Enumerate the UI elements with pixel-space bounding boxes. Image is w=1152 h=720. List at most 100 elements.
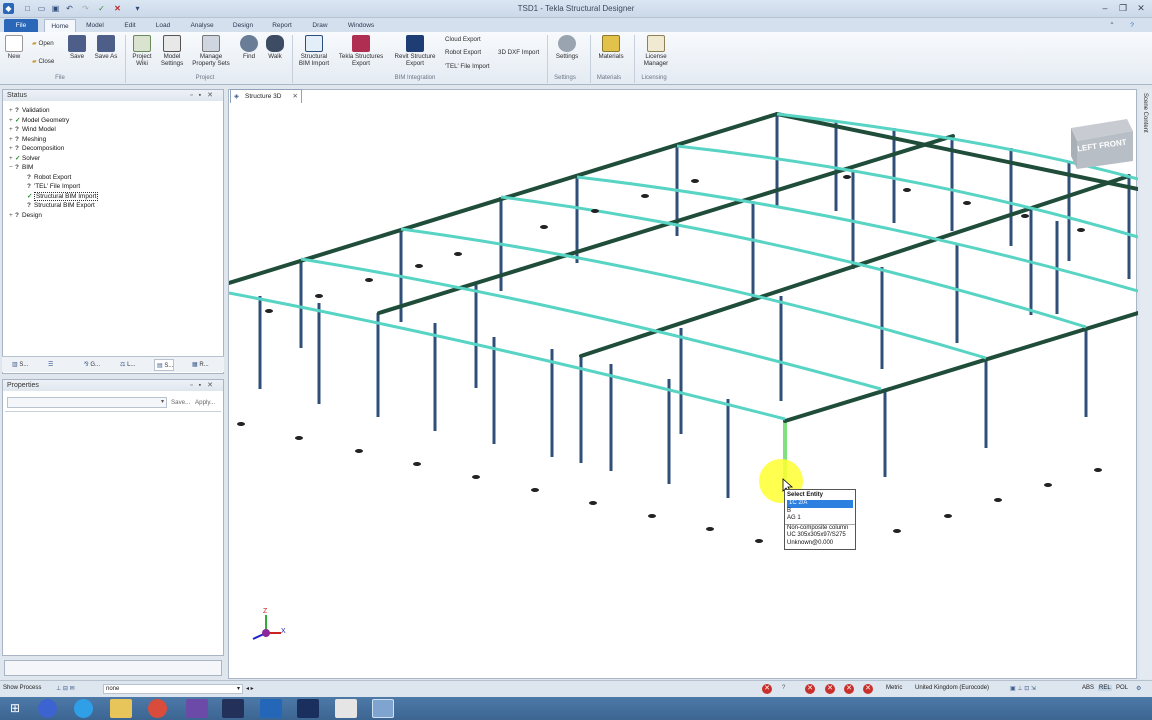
- tree-item-wind-model[interactable]: +? Wind Model: [9, 125, 56, 134]
- robot-export-button[interactable]: Robot Export: [445, 49, 481, 57]
- find-button[interactable]: Find: [238, 35, 260, 60]
- error-icon[interactable]: ✕: [844, 684, 854, 694]
- tab-analyse[interactable]: Analyse: [184, 19, 220, 32]
- entity-option-column[interactable]: 1C 2/A: [787, 500, 853, 508]
- structural-bim-import-button[interactable]: Structural BIM Import: [296, 35, 332, 67]
- settings-small-icon[interactable]: ⚙: [1136, 685, 1141, 692]
- close-button[interactable]: ▰ Close: [32, 58, 54, 66]
- tekla-export-icon: [352, 35, 370, 52]
- open-button[interactable]: ▰ Open: [32, 40, 54, 48]
- show-process-button[interactable]: Show Process: [3, 685, 41, 691]
- manage-property-sets-button[interactable]: Manage Property Sets: [188, 35, 234, 67]
- panel-tab-loading[interactable]: ⚖ L...: [118, 359, 135, 371]
- revit-structure-export-button[interactable]: Revit Structure Export: [390, 35, 440, 67]
- ie-icon[interactable]: [74, 699, 93, 718]
- save-property-set-button[interactable]: Save...: [171, 399, 190, 406]
- help-icon[interactable]: ?: [782, 685, 785, 691]
- model-settings-button[interactable]: Model Settings: [158, 35, 186, 67]
- tab-model[interactable]: Model: [80, 19, 110, 32]
- new-button[interactable]: New: [4, 35, 24, 60]
- tekla-designer-icon[interactable]: [372, 699, 394, 718]
- folder-icon[interactable]: [110, 699, 132, 718]
- revit-structure-icon[interactable]: [297, 699, 319, 718]
- panel-controls-icon[interactable]: ▫▪✕: [190, 90, 219, 101]
- settings-button[interactable]: Settings: [552, 35, 582, 60]
- tree-item-structural-bim-export[interactable]: ? Structural BIM Export: [27, 201, 95, 210]
- tab-file[interactable]: File: [4, 19, 38, 32]
- license-manager-button[interactable]: License Manager: [638, 35, 674, 67]
- tab-load[interactable]: Load: [150, 19, 176, 32]
- materials-button[interactable]: Materials: [596, 35, 626, 60]
- entity-option-ag[interactable]: AG 1: [785, 515, 855, 523]
- new-icon: [5, 35, 23, 52]
- error-icon[interactable]: ✕: [863, 684, 873, 694]
- tab-home[interactable]: Home: [44, 19, 76, 32]
- scene-content-sidebar[interactable]: Scene Content: [1140, 89, 1152, 679]
- project-wiki-button[interactable]: Project Wiki: [128, 35, 156, 67]
- tree-item-validation[interactable]: +? Validation: [9, 106, 50, 115]
- tree-label: Validation: [22, 107, 50, 114]
- tree-item-decomposition[interactable]: +? Decomposition: [9, 144, 64, 153]
- ribbon-minimize-icon[interactable]: ⌃: [1106, 19, 1118, 32]
- panel-tab-status[interactable]: ▤ S...: [154, 359, 175, 371]
- tab-design[interactable]: Design: [227, 19, 259, 32]
- nav-arrows-icon[interactable]: ◂ ▸: [246, 685, 254, 692]
- entity-option-b[interactable]: B: [785, 508, 855, 516]
- license-icon: [647, 35, 665, 52]
- save-button[interactable]: Save: [66, 35, 88, 60]
- filter-select[interactable]: none ▾: [103, 684, 243, 694]
- apply-property-set-button[interactable]: Apply...: [195, 399, 215, 406]
- help-icon[interactable]: ?: [1126, 19, 1138, 32]
- tree-item-structural-bim-import[interactable]: ✓ Structural BIM Import: [27, 192, 99, 201]
- tree-item-bim[interactable]: −? BIM: [9, 163, 33, 172]
- tekla-structures-export-button[interactable]: Tekla Structures Export: [336, 35, 386, 67]
- abs-toggle[interactable]: ABS: [1082, 685, 1094, 691]
- tree-item-model-geometry[interactable]: + ✓ Model Geometry: [9, 116, 69, 125]
- panel-tab-scene[interactable]: ▥ S...: [10, 359, 28, 371]
- minimize-icon[interactable]: –: [1098, 2, 1112, 14]
- rel-toggle[interactable]: REL: [1098, 685, 1112, 691]
- group-materials-label: Materials: [596, 75, 622, 81]
- panel-tab-strip: ▥ S... ☰ ⅋ G... ⚖ L... ▤ S... ▦ R...: [2, 356, 224, 372]
- tab-edit[interactable]: Edit: [117, 19, 143, 32]
- window-close-icon[interactable]: ✕: [1134, 2, 1148, 14]
- error-icon[interactable]: ✕: [762, 684, 772, 694]
- outlook-icon[interactable]: [260, 699, 282, 718]
- error-icon[interactable]: ✕: [825, 684, 835, 694]
- filter-icons[interactable]: ⊥ ⊟ ✉: [56, 685, 75, 692]
- tab-report[interactable]: Report: [266, 19, 298, 32]
- tree-item-meshing[interactable]: +? Meshing: [9, 135, 46, 144]
- skype-icon[interactable]: [38, 699, 57, 718]
- snap-icons[interactable]: ▣ ⊥ ⊡ ⇲: [1010, 685, 1036, 692]
- chrome-icon[interactable]: [148, 699, 167, 718]
- model-canvas[interactable]: [229, 90, 1138, 680]
- error-icon[interactable]: ✕: [805, 684, 815, 694]
- tel-file-import-button[interactable]: 'TEL' File Import: [445, 63, 490, 71]
- tab-windows[interactable]: Windows: [342, 19, 380, 32]
- units-label[interactable]: Metric: [886, 685, 902, 691]
- camtasia-icon[interactable]: [335, 699, 357, 718]
- close-tab-icon[interactable]: ✕: [293, 90, 298, 103]
- property-set-select[interactable]: ▾: [7, 397, 167, 408]
- walk-button[interactable]: Walk: [264, 35, 286, 60]
- save-as-button[interactable]: Save As: [92, 35, 120, 60]
- design-code-label[interactable]: United Kingdom (Eurocode): [915, 685, 989, 691]
- cloud-export-button[interactable]: Cloud Export: [445, 36, 481, 44]
- start-icon[interactable]: ⊞: [4, 699, 26, 718]
- panel-tab-list[interactable]: ☰: [46, 359, 53, 371]
- tab-draw[interactable]: Draw: [306, 19, 334, 32]
- tree-item-tel-file-import[interactable]: ? 'TEL' File Import: [27, 182, 80, 191]
- panel-controls-icon[interactable]: ▫▪✕: [190, 380, 219, 391]
- revit-icon[interactable]: [222, 699, 244, 718]
- tree-item-robot-export[interactable]: ? Robot Export: [27, 173, 71, 182]
- panel-tab-report[interactable]: ▦ R...: [190, 359, 209, 371]
- restore-icon[interactable]: ❐: [1116, 2, 1130, 14]
- structure-3d-view[interactable]: LEFT FRONT Z X: [228, 89, 1138, 680]
- dxf-import-button[interactable]: 3D DXF Import: [498, 49, 539, 57]
- tab-structure-3d[interactable]: ◈ Structure 3D ✕: [230, 89, 302, 103]
- pol-toggle[interactable]: POL: [1116, 685, 1128, 691]
- tree-item-design[interactable]: +? Design: [9, 211, 42, 220]
- visual-studio-icon[interactable]: [186, 699, 208, 718]
- panel-tab-groups[interactable]: ⅋ G...: [82, 359, 100, 371]
- tree-item-solver[interactable]: + ✓ Solver: [9, 154, 40, 163]
